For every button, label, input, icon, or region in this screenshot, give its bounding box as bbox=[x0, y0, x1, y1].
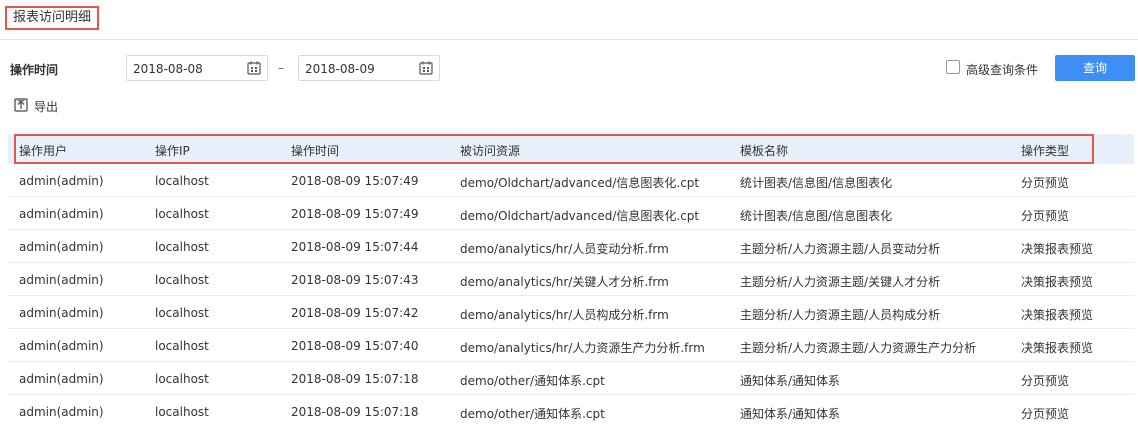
table-row[interactable]: admin(admin) localhost 2018-08-09 15:07:… bbox=[8, 329, 1134, 362]
column-header-time[interactable]: 操作时间 bbox=[291, 142, 339, 159]
calendar-icon[interactable] bbox=[247, 61, 261, 75]
cell-resource: demo/other/通知体系.cpt bbox=[460, 407, 605, 421]
cell-ip: localhost bbox=[155, 207, 209, 221]
cell-resource: demo/other/通知体系.cpt bbox=[460, 374, 605, 388]
cell-user: admin(admin) bbox=[19, 240, 104, 254]
cell-resource: demo/analytics/hr/人员构成分析.frm bbox=[460, 308, 669, 322]
cell-type: 分页预览 bbox=[1021, 176, 1070, 190]
cell-ip: localhost bbox=[155, 240, 209, 254]
table-row[interactable]: admin(admin) localhost 2018-08-09 15:07:… bbox=[8, 362, 1134, 395]
end-date-input[interactable]: 2018-08-09 bbox=[298, 55, 440, 81]
cell-resource: demo/analytics/hr/人力资源生产力分析.frm bbox=[460, 341, 705, 355]
cell-time: 2018-08-09 15:07:42 bbox=[291, 306, 419, 320]
cell-user: admin(admin) bbox=[19, 339, 104, 353]
cell-ip: localhost bbox=[155, 273, 209, 287]
column-header-resource[interactable]: 被访问资源 bbox=[460, 142, 520, 159]
cell-user: admin(admin) bbox=[19, 405, 104, 419]
cell-template: 统计图表/信息图/信息图表化 bbox=[740, 176, 893, 190]
export-icon bbox=[14, 98, 28, 112]
cell-ip: localhost bbox=[155, 339, 209, 353]
cell-template: 主题分析/人力资源主题/人员构成分析 bbox=[740, 308, 941, 322]
access-detail-table: 操作用户 操作IP 操作时间 被访问资源 模板名称 操作类型 admin(adm… bbox=[8, 134, 1134, 426]
cell-time: 2018-08-09 15:07:18 bbox=[291, 372, 419, 386]
cell-type: 决策报表预览 bbox=[1021, 275, 1094, 289]
column-header-type[interactable]: 操作类型 bbox=[1021, 142, 1069, 159]
cell-template: 通知体系/通知体系 bbox=[740, 407, 841, 421]
cell-user: admin(admin) bbox=[19, 174, 104, 188]
cell-user: admin(admin) bbox=[19, 273, 104, 287]
end-date-value: 2018-08-09 bbox=[305, 62, 375, 76]
cell-time: 2018-08-09 15:07:40 bbox=[291, 339, 419, 353]
cell-ip: localhost bbox=[155, 405, 209, 419]
cell-time: 2018-08-09 15:07:49 bbox=[291, 207, 419, 221]
cell-time: 2018-08-09 15:07:43 bbox=[291, 273, 419, 287]
date-range-separator: – bbox=[278, 61, 284, 75]
table-row[interactable]: admin(admin) localhost 2018-08-09 15:07:… bbox=[8, 296, 1134, 329]
column-header-template[interactable]: 模板名称 bbox=[740, 142, 788, 159]
table-row[interactable]: admin(admin) localhost 2018-08-09 15:07:… bbox=[8, 263, 1134, 296]
query-button[interactable]: 查询 bbox=[1055, 55, 1135, 81]
cell-type: 分页预览 bbox=[1021, 209, 1070, 223]
cell-user: admin(admin) bbox=[19, 372, 104, 386]
cell-ip: localhost bbox=[155, 174, 209, 188]
advanced-query-checkbox[interactable] bbox=[946, 60, 960, 74]
cell-type: 分页预览 bbox=[1021, 407, 1070, 421]
cell-template: 主题分析/人力资源主题/人力资源生产力分析 bbox=[740, 341, 977, 355]
table-row[interactable]: admin(admin) localhost 2018-08-09 15:07:… bbox=[8, 230, 1134, 263]
cell-template: 主题分析/人力资源主题/人员变动分析 bbox=[740, 242, 941, 256]
cell-template: 通知体系/通知体系 bbox=[740, 374, 841, 388]
start-date-value: 2018-08-08 bbox=[133, 62, 203, 76]
cell-resource: demo/Oldchart/advanced/信息图表化.cpt bbox=[460, 176, 700, 190]
cell-resource: demo/Oldchart/advanced/信息图表化.cpt bbox=[460, 209, 700, 223]
cell-type: 决策报表预览 bbox=[1021, 308, 1094, 322]
column-header-ip[interactable]: 操作IP bbox=[155, 142, 190, 159]
cell-time: 2018-08-09 15:07:44 bbox=[291, 240, 419, 254]
cell-ip: localhost bbox=[155, 306, 209, 320]
page-title: 报表访问明细 bbox=[5, 6, 100, 30]
page-header: 报表访问明细 bbox=[0, 0, 1138, 40]
advanced-query-label[interactable]: 高级查询条件 bbox=[966, 61, 1038, 78]
cell-user: admin(admin) bbox=[19, 207, 104, 221]
calendar-icon[interactable] bbox=[419, 61, 433, 75]
cell-type: 分页预览 bbox=[1021, 374, 1070, 388]
table-header: 操作用户 操作IP 操作时间 被访问资源 模板名称 操作类型 bbox=[8, 134, 1134, 164]
column-header-user[interactable]: 操作用户 bbox=[19, 142, 67, 159]
operation-time-label: 操作时间 bbox=[10, 63, 59, 77]
cell-type: 决策报表预览 bbox=[1021, 242, 1094, 256]
cell-time: 2018-08-09 15:07:18 bbox=[291, 405, 419, 419]
cell-user: admin(admin) bbox=[19, 306, 104, 320]
export-label: 导出 bbox=[34, 100, 59, 114]
table-row[interactable]: admin(admin) localhost 2018-08-09 15:07:… bbox=[8, 395, 1134, 426]
cell-ip: localhost bbox=[155, 372, 209, 386]
cell-resource: demo/analytics/hr/关键人才分析.frm bbox=[460, 275, 669, 289]
cell-template: 统计图表/信息图/信息图表化 bbox=[740, 209, 893, 223]
filter-bar: 操作时间 2018-08-08 – 2018-08-09 高级查询条件 查询 bbox=[0, 55, 1138, 81]
cell-time: 2018-08-09 15:07:49 bbox=[291, 174, 419, 188]
cell-resource: demo/analytics/hr/人员变动分析.frm bbox=[460, 242, 669, 256]
start-date-input[interactable]: 2018-08-08 bbox=[126, 55, 268, 81]
table-row[interactable]: admin(admin) localhost 2018-08-09 15:07:… bbox=[8, 164, 1134, 197]
cell-template: 主题分析/人力资源主题/关键人才分析 bbox=[740, 275, 941, 289]
cell-type: 决策报表预览 bbox=[1021, 341, 1094, 355]
table-row[interactable]: admin(admin) localhost 2018-08-09 15:07:… bbox=[8, 197, 1134, 230]
